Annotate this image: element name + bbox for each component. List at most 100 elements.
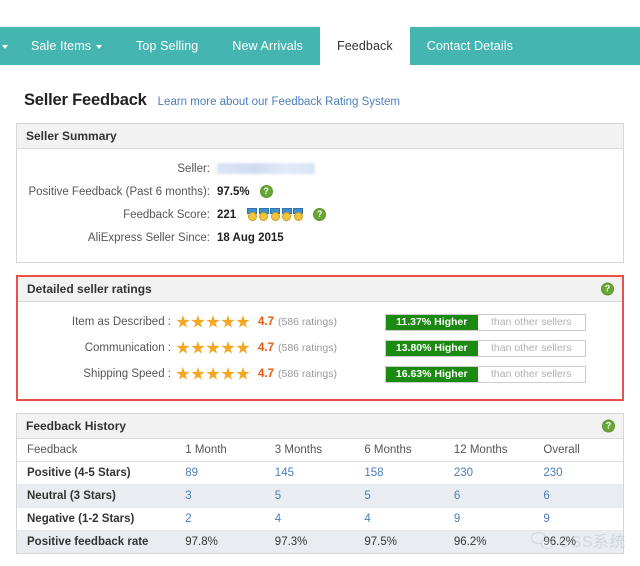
comparison-bar-suffix: than other sellers: [478, 367, 585, 382]
comparison-bar-fill: 16.63% Higher: [386, 367, 478, 382]
rating-row: Communication :4.7(586 ratings)13.80% Hi…: [18, 337, 622, 359]
nav-item-feedback[interactable]: Feedback: [320, 27, 410, 65]
help-icon[interactable]: ?: [313, 208, 326, 221]
rating-row: Item as Described :4.7(586 ratings)11.37…: [18, 311, 622, 333]
rating-label: Item as Described :: [18, 316, 176, 328]
rating-score: 4.7: [258, 368, 274, 380]
feedback-history-table: Feedback1 Month3 Months6 Months12 Months…: [17, 439, 623, 553]
nav-item-more[interactable]: [0, 27, 14, 65]
comparison-bar: 13.80% Higherthan other sellers: [385, 340, 586, 357]
table-cell: 96.2%: [533, 531, 623, 554]
table-cell[interactable]: 158: [354, 462, 444, 485]
table-cell[interactable]: 3: [175, 485, 265, 508]
nav-item-new-arrivals[interactable]: New Arrivals: [215, 27, 320, 65]
seller-summary-header: Seller Summary: [17, 124, 623, 149]
comparison-bar: 11.37% Higherthan other sellers: [385, 314, 586, 331]
star-icon: [236, 315, 250, 329]
table-cell: 96.2%: [444, 531, 534, 554]
table-row: Positive feedback rate97.8%97.3%97.5%96.…: [17, 531, 623, 554]
table-cell[interactable]: 4: [354, 508, 444, 531]
star-rating: [176, 315, 250, 329]
learn-more-link[interactable]: Learn more about our Feedback Rating Sys…: [158, 96, 400, 108]
table-cell[interactable]: 145: [265, 462, 355, 485]
column-header: 3 Months: [265, 439, 355, 462]
star-icon: [206, 341, 220, 355]
medal-icons: [247, 208, 303, 221]
rating-label: Communication :: [18, 342, 176, 354]
feedback-history-panel: Feedback History ? Feedback1 Month3 Mont…: [16, 413, 624, 554]
comparison-bar: 16.63% Higherthan other sellers: [385, 366, 586, 383]
table-cell[interactable]: 5: [265, 485, 355, 508]
star-icon: [191, 367, 205, 381]
table-cell[interactable]: 6: [533, 485, 623, 508]
seller-summary-panel: Seller Summary Seller: Positive Feedback …: [16, 123, 624, 263]
nav-item-label: New Arrivals: [232, 39, 303, 53]
detailed-ratings-highlight-box: Detailed seller ratings ? Item as Descri…: [16, 275, 624, 401]
summary-row-label: AliExpress Seller Since:: [17, 232, 217, 244]
page-title: Seller Feedback: [24, 91, 147, 110]
table-head: Feedback1 Month3 Months6 Months12 Months…: [17, 439, 623, 462]
summary-row-value: 221?: [217, 208, 326, 221]
row-label: Neutral (3 Stars): [17, 485, 175, 508]
column-header: 12 Months: [444, 439, 534, 462]
star-rating: [176, 367, 250, 381]
detailed-ratings-header: Detailed seller ratings ?: [18, 277, 622, 302]
summary-row: AliExpress Seller Since:18 Aug 2015: [17, 228, 623, 247]
table-cell[interactable]: 5: [354, 485, 444, 508]
nav-item-top-selling[interactable]: Top Selling: [119, 27, 215, 65]
table-header-row: Feedback1 Month3 Months6 Months12 Months…: [17, 439, 623, 462]
summary-row-value: [217, 163, 315, 174]
feedback-history-header: Feedback History ?: [17, 414, 623, 439]
star-icon: [221, 315, 235, 329]
summary-row: Positive Feedback (Past 6 months):97.5%?: [17, 182, 623, 201]
rating-score: 4.7: [258, 342, 274, 354]
star-icon: [206, 315, 220, 329]
table-cell[interactable]: 9: [533, 508, 623, 531]
comparison-bar-fill: 11.37% Higher: [386, 315, 478, 330]
help-icon[interactable]: ?: [602, 420, 615, 433]
nav-item-contact-details[interactable]: Contact Details: [410, 27, 530, 65]
nav-item-sale-items[interactable]: Sale Items: [14, 27, 119, 65]
medal-icon: [282, 208, 292, 221]
table-row: Neutral (3 Stars)35566: [17, 485, 623, 508]
comparison-bar-suffix: than other sellers: [478, 315, 585, 330]
seller-summary-title: Seller Summary: [26, 129, 117, 143]
star-icon: [206, 367, 220, 381]
table-body: Positive (4-5 Stars)89145158230230Neutra…: [17, 462, 623, 554]
column-header: 1 Month: [175, 439, 265, 462]
nav-item-label: Feedback: [337, 39, 393, 53]
comparison-bar-suffix: than other sellers: [478, 341, 585, 356]
summary-row-label: Feedback Score:: [17, 209, 217, 221]
feedback-history-title: Feedback History: [26, 419, 126, 433]
medal-icon: [293, 208, 303, 221]
star-icon: [236, 367, 250, 381]
star-icon: [236, 341, 250, 355]
table-cell[interactable]: 89: [175, 462, 265, 485]
redacted-seller-name: [217, 163, 315, 174]
rating-label: Shipping Speed :: [18, 368, 176, 380]
medal-icon: [247, 208, 257, 221]
table-cell[interactable]: 9: [444, 508, 534, 531]
table-cell[interactable]: 2: [175, 508, 265, 531]
table-cell[interactable]: 6: [444, 485, 534, 508]
rating-row: Shipping Speed : 4.7 (586 ratings) 16.63% H…: [18, 363, 622, 385]
table-cell: 97.3%: [265, 531, 355, 554]
help-icon[interactable]: ?: [260, 185, 273, 198]
table-cell[interactable]: 230: [444, 462, 534, 485]
star-icon: [176, 367, 190, 381]
table-cell: 97.5%: [354, 531, 444, 554]
chevron-down-icon: [96, 45, 102, 49]
detailed-ratings-body: Item as Described : 4.7 (586 ratings) 11.37…: [18, 302, 622, 399]
page-body: Seller Feedback Learn more about our Fee…: [0, 65, 640, 566]
table-cell[interactable]: 4: [265, 508, 355, 531]
star-icon: [191, 315, 205, 329]
star-icon: [176, 315, 190, 329]
table-cell[interactable]: 230: [533, 462, 623, 485]
star-icon: [176, 341, 190, 355]
rating-count: (586 ratings): [278, 368, 337, 380]
help-icon[interactable]: ?: [601, 283, 614, 296]
summary-row-label: Seller:: [17, 163, 217, 175]
star-icon: [191, 341, 205, 355]
medal-icon: [270, 208, 280, 221]
star-icon: [221, 341, 235, 355]
